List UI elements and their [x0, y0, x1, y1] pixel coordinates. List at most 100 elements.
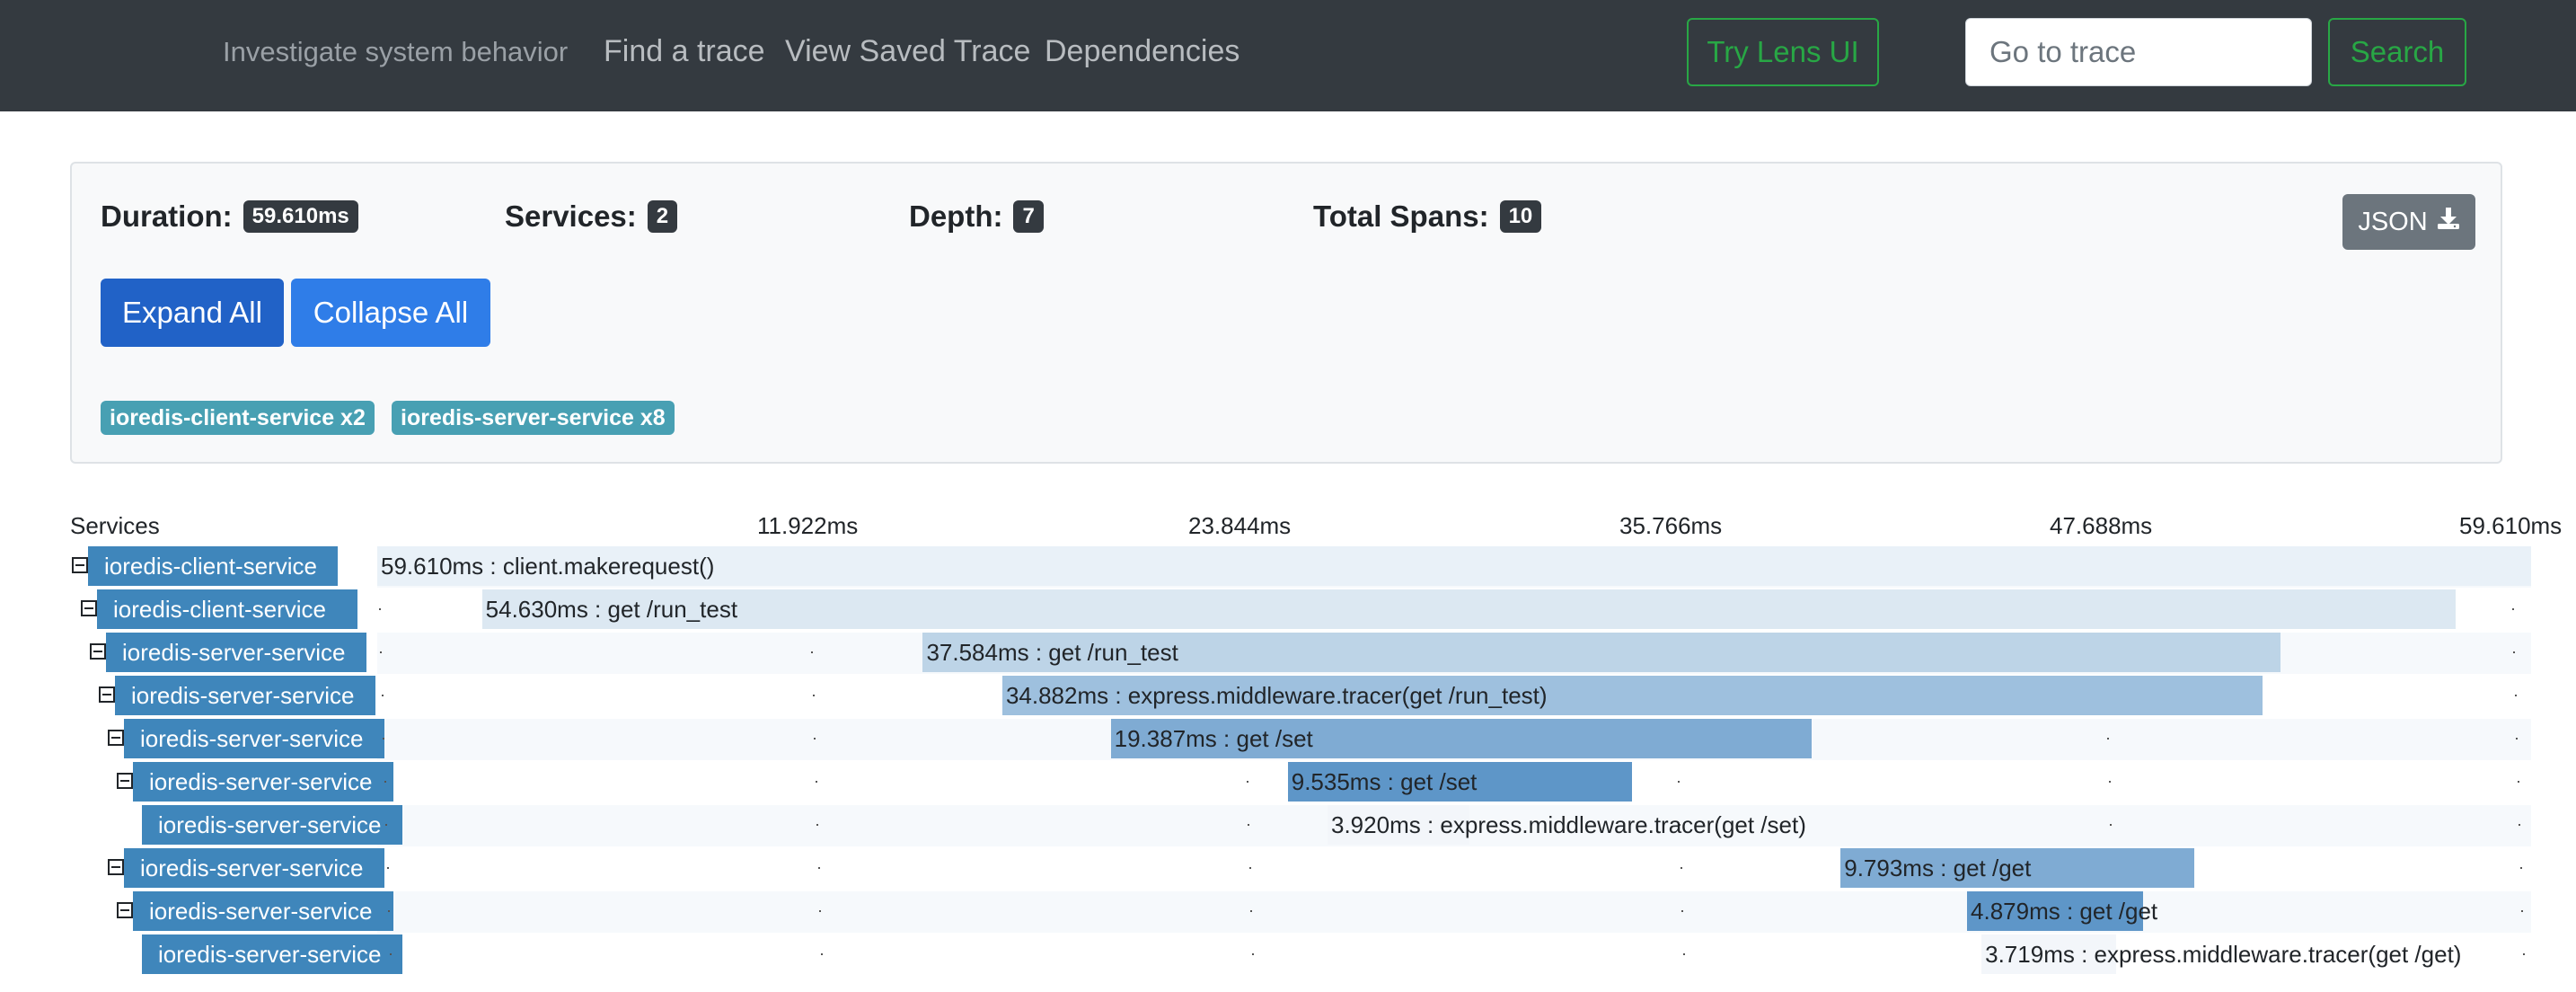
tick-marker — [819, 910, 821, 912]
span-bar[interactable] — [1328, 805, 1469, 845]
total-spans-label: Total Spans: — [1313, 199, 1489, 233]
collapse-toggle-icon[interactable] — [99, 686, 115, 703]
span-service-label[interactable]: ioredis-client-service — [97, 589, 357, 629]
nav-link-view-saved-trace[interactable]: View Saved Trace — [785, 34, 1030, 69]
json-button-label: JSON — [2358, 207, 2428, 236]
nav-link-find-trace[interactable]: Find a trace — [604, 34, 765, 69]
collapse-toggle-icon[interactable] — [117, 902, 133, 918]
span-row[interactable]: ioredis-client-service 59.610ms : client.… — [0, 546, 2576, 589]
tick-marker — [2107, 738, 2109, 740]
nav-link-dependencies[interactable]: Dependencies — [1045, 34, 1239, 69]
tick-marker — [2108, 781, 2111, 783]
tick-marker — [386, 867, 389, 869]
span-row[interactable]: ioredis-server-service 3.719ms : express.… — [0, 934, 2576, 978]
go-to-trace-input[interactable] — [1965, 18, 2312, 86]
collapse-toggle-icon[interactable] — [108, 859, 124, 875]
tick-marker — [2513, 651, 2515, 653]
span-row[interactable]: ioredis-server-service 37.584ms : get /ru… — [0, 633, 2576, 676]
span-service-label[interactable]: ioredis-server-service — [115, 676, 375, 715]
tick-marker — [817, 867, 820, 869]
total-spans-stat: Total Spans: 10 — [1313, 199, 1542, 234]
tick-marker — [820, 953, 823, 955]
search-button[interactable]: Search — [2328, 18, 2466, 86]
tick-marker — [812, 695, 815, 696]
duration-stat: Duration: 59.610ms — [101, 199, 358, 234]
span-row[interactable]: ioredis-server-service 9.793ms : get /get — [0, 848, 2576, 891]
service-badge-client[interactable]: ioredis-client-service x2 — [101, 401, 375, 435]
service-badge-server[interactable]: ioredis-server-service x8 — [392, 401, 675, 435]
tick-marker — [815, 781, 817, 783]
tick-marker — [384, 781, 386, 783]
tick-marker — [383, 738, 384, 740]
expand-all-button[interactable]: Expand All — [101, 279, 284, 347]
span-service-label[interactable]: ioredis-server-service — [142, 805, 402, 845]
span-row[interactable]: ioredis-server-service 34.882ms : express… — [0, 676, 2576, 719]
tick-label-5: 59.610ms — [2459, 512, 2563, 539]
tick-marker — [1248, 867, 1251, 869]
collapse-toggle-icon[interactable] — [108, 730, 124, 746]
depth-label: Depth: — [909, 199, 1003, 233]
tick-marker — [2521, 910, 2523, 912]
span-bar[interactable] — [481, 589, 2457, 629]
tick-marker — [389, 953, 392, 955]
top-navbar: Investigate system behavior Find a trace… — [0, 0, 2576, 111]
span-service-label[interactable]: ioredis-server-service — [133, 891, 393, 931]
collapse-toggle-icon[interactable] — [81, 600, 97, 616]
duration-label: Duration: — [101, 199, 233, 233]
span-bar[interactable] — [922, 633, 2281, 672]
tick-label-1: 11.922ms — [757, 512, 859, 539]
span-row[interactable]: ioredis-server-service 4.879ms : get /get — [0, 891, 2576, 934]
tick-marker — [1250, 910, 1252, 912]
span-service-label[interactable]: ioredis-server-service — [124, 719, 384, 758]
span-service-label[interactable]: ioredis-server-service — [124, 848, 384, 888]
nav-tagline: Investigate system behavior — [223, 36, 569, 67]
download-icon — [2437, 207, 2460, 237]
span-row-background — [377, 891, 2531, 933]
tick-marker — [385, 824, 387, 826]
trace-timeline: Services 11.922ms 23.844ms 35.766ms 47.6… — [0, 503, 2576, 992]
span-bar[interactable] — [1110, 719, 1812, 758]
span-row[interactable]: ioredis-server-service 19.387ms : get /se… — [0, 719, 2576, 762]
collapse-toggle-icon[interactable] — [90, 643, 106, 660]
collapse-toggle-icon[interactable] — [117, 773, 133, 789]
tick-marker — [1677, 781, 1680, 783]
span-row[interactable]: ioredis-server-service 9.535ms : get /set — [0, 762, 2576, 805]
span-service-label[interactable]: ioredis-server-service — [142, 934, 402, 974]
collapse-all-button[interactable]: Collapse All — [291, 279, 490, 347]
tick-marker — [381, 695, 384, 696]
tick-marker — [2522, 953, 2525, 955]
tick-marker — [816, 824, 818, 826]
span-bar[interactable] — [1967, 891, 2144, 931]
tick-label-4: 47.688ms — [2050, 512, 2153, 539]
tick-marker — [1248, 824, 1249, 826]
services-column-header: Services — [70, 512, 160, 539]
span-service-label[interactable]: ioredis-server-service — [106, 633, 366, 672]
json-download-button[interactable]: JSON — [2342, 194, 2475, 250]
tick-marker — [1679, 824, 1681, 826]
tick-label-2: 23.844ms — [1188, 512, 1292, 539]
total-spans-badge: 10 — [1499, 200, 1542, 233]
tick-label-3: 35.766ms — [1619, 512, 1723, 539]
span-row-background — [377, 934, 2531, 976]
services-badge: 2 — [647, 200, 678, 233]
tick-marker — [380, 651, 382, 653]
span-row[interactable]: ioredis-server-service 3.920ms : express.… — [0, 805, 2576, 848]
span-bar[interactable] — [1001, 676, 2263, 715]
tick-marker — [2517, 781, 2519, 783]
tick-marker — [1251, 953, 1254, 955]
tick-marker — [1680, 867, 1682, 869]
try-lens-ui-button[interactable]: Try Lens UI — [1687, 18, 1879, 86]
span-service-label[interactable]: ioredis-client-service — [88, 546, 338, 586]
span-bar[interactable] — [1840, 848, 2195, 888]
tick-marker — [2511, 608, 2514, 610]
services-label: Services: — [505, 199, 637, 233]
span-bar[interactable] — [1981, 934, 2116, 974]
span-row[interactable]: ioredis-client-service 54.630ms : get /ru… — [0, 589, 2576, 633]
tick-marker — [2514, 695, 2517, 696]
depth-stat: Depth: 7 — [909, 199, 1044, 234]
span-row-background — [377, 848, 2531, 890]
collapse-toggle-icon[interactable] — [72, 557, 88, 573]
span-bar[interactable] — [377, 546, 2531, 586]
span-bar[interactable] — [1287, 762, 1633, 802]
span-service-label[interactable]: ioredis-server-service — [133, 762, 393, 802]
